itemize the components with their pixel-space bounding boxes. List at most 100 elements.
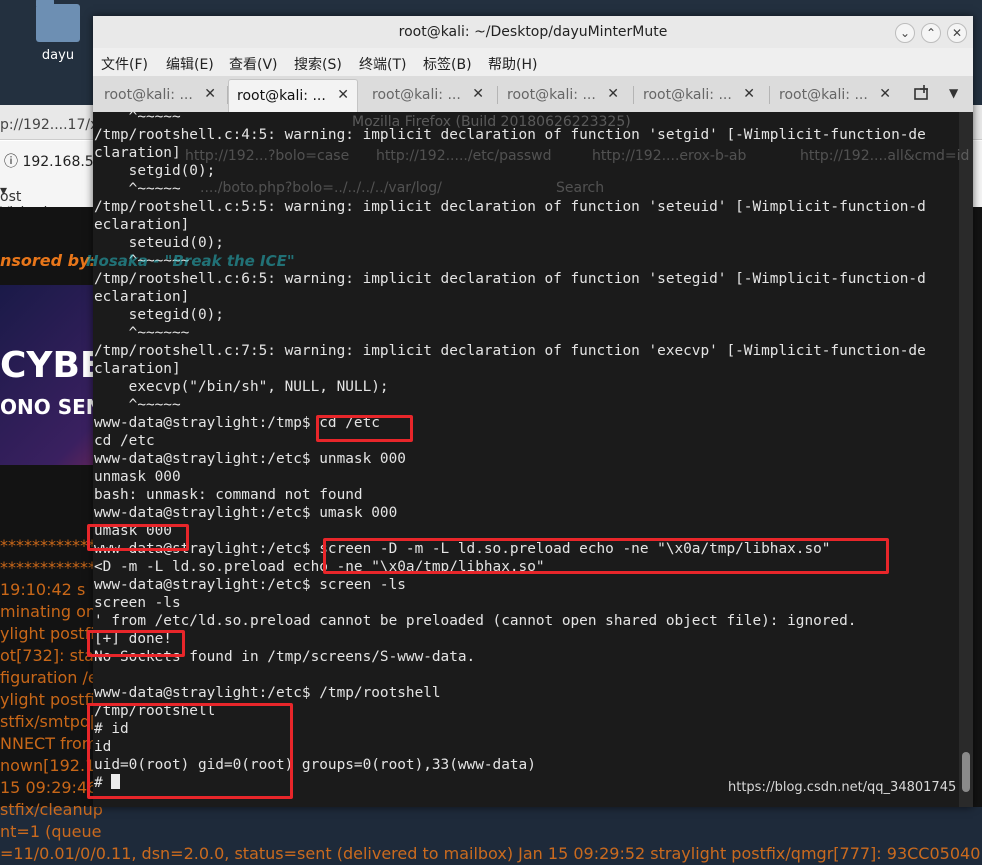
tab-separator — [633, 86, 634, 104]
menu-help[interactable]: 帮助(H) — [488, 54, 537, 74]
terminal-line: bash: unmask: command not found — [93, 486, 959, 504]
menu-tabs[interactable]: 标签(B) — [423, 54, 472, 74]
terminal-line-text: www-data@straylight:/etc$ /tmp/rootshell — [94, 685, 441, 701]
terminal-line-text: ^~~~~~ — [94, 397, 181, 413]
terminal-line: ^~~~~~ — [93, 180, 959, 198]
tab-label: root@kali: ... — [643, 87, 732, 103]
tab-separator — [497, 86, 498, 104]
terminal-line: www-data@straylight:/etc$ screen -ls — [93, 576, 959, 594]
window-titlebar[interactable]: root@kali: ~/Desktop/dayuMinterMute ⌄ ⌃ … — [93, 16, 973, 49]
folder-icon — [36, 0, 80, 42]
terminal-line-text: unmask 000 — [94, 469, 181, 485]
tab-close-icon[interactable]: ✕ — [879, 86, 891, 102]
terminal-line: [+] done! — [93, 630, 959, 648]
terminal-line-text: screen -ls — [94, 595, 181, 611]
terminal-tab-active[interactable]: root@kali: ... ✕ — [228, 79, 358, 112]
terminal-line-text: eclaration] — [94, 289, 190, 305]
terminal-line: No Sockets found in /tmp/screens/S-www-d… — [93, 648, 959, 666]
tab-close-icon[interactable]: ✕ — [472, 86, 484, 102]
terminal-line-text: cd /etc — [94, 433, 155, 449]
menu-edit[interactable]: 编辑(E) — [166, 54, 214, 74]
terminal-line-text: execvp("/bin/sh", NULL, NULL); — [94, 379, 389, 395]
tab-label: root@kali: ... — [237, 88, 326, 104]
terminal-tabbar: root@kali: ... ✕ root@kali: ... ✕ root@k… — [93, 76, 973, 113]
background-log-line: nt=1 (queue — [0, 822, 102, 841]
terminal-line: ^~~~~~~ — [93, 324, 959, 342]
terminal-lines: ^~~~~~ /tmp/rootshell.c:4:5: warning: imp… — [93, 112, 959, 792]
tab-label: root@kali: ... — [372, 87, 461, 103]
background-browser-tab[interactable]: p://192....17/x — [0, 117, 98, 133]
terminal-line: www-data@straylight:/etc$ unmask 000 — [93, 450, 959, 468]
close-button[interactable]: ✕ — [947, 23, 967, 43]
terminal-line: ' from /etc/ld.so.preload cannot be prel… — [93, 612, 959, 630]
maximize-button[interactable]: ⌃ — [921, 23, 941, 43]
terminal-line-text: www-data@straylight:/etc$ umask 000 — [94, 505, 398, 521]
terminal-line-text: ^~~~~~~ — [94, 253, 190, 269]
terminal-line-text: www-data@straylight:/etc$ unmask 000 — [94, 451, 406, 467]
terminal-line: www-data@straylight:/tmp$ cd /etc — [93, 414, 959, 432]
terminal-line-text: claration] — [94, 361, 181, 377]
highlight-done — [87, 630, 185, 657]
terminal-line-text: /tmp/rootshell.c:6:5: warning: implicit … — [94, 271, 926, 287]
terminal-line-text: /tmp/rootshell.c:4:5: warning: implicit … — [94, 127, 926, 143]
terminal-line: /tmp/rootshell.c:4:5: warning: implicit … — [93, 126, 959, 144]
close-icon: ✕ — [951, 26, 963, 40]
desktop-folder-label: dayu — [41, 48, 75, 63]
terminal-tab[interactable]: root@kali: ... ✕ — [771, 79, 899, 111]
terminal-line-text: eclaration] — [94, 217, 190, 233]
scrollbar-thumb[interactable] — [962, 752, 970, 792]
minimize-icon: ⌄ — [899, 26, 911, 40]
desktop-folder-icon[interactable]: dayu — [30, 0, 86, 63]
terminal-window: root@kali: ~/Desktop/dayuMinterMute ⌄ ⌃ … — [93, 16, 973, 807]
tab-label: root@kali: ... — [779, 87, 868, 103]
highlight-cd-etc — [316, 415, 413, 442]
terminal-line: /tmp/rootshell.c:7:5: warning: implicit … — [93, 342, 959, 360]
menu-view[interactable]: 查看(V) — [229, 54, 278, 74]
terminal-line: seteuid(0); — [93, 234, 959, 252]
watermark: https://blog.csdn.net/qq_34801745 — [728, 780, 957, 795]
terminal-line: ^~~~~~ — [93, 112, 959, 126]
terminal-line: www-data@straylight:/etc$ umask 000 — [93, 504, 959, 522]
menubar: 文件(F) 编辑(E) 查看(V) 搜索(S) 终端(T) 标签(B) 帮助(H… — [93, 48, 973, 76]
terminal-scrollbar[interactable] — [959, 112, 973, 807]
background-sponsor-text: nsored by: — [0, 251, 96, 270]
terminal-line: eclaration] — [93, 288, 959, 306]
terminal-line-text: setegid(0); — [94, 307, 224, 323]
highlight-umask — [87, 524, 189, 551]
terminal-line-text: bash: unmask: command not found — [94, 487, 363, 503]
terminal-line-text: claration] — [94, 145, 181, 161]
tab-list-chevron-down-icon[interactable]: ▼ — [949, 86, 958, 100]
terminal-line: claration] — [93, 360, 959, 378]
terminal-line-text: ^~~~~~ — [94, 181, 181, 197]
tab-close-icon[interactable]: ✕ — [204, 86, 216, 102]
menu-search[interactable]: 搜索(S) — [294, 54, 342, 74]
terminal-tab[interactable]: root@kali: ... ✕ — [364, 79, 492, 111]
menu-terminal[interactable]: 终端(T) — [359, 54, 406, 74]
terminal-tab[interactable]: root@kali: ... ✕ — [635, 79, 763, 111]
terminal-line: setgid(0); — [93, 162, 959, 180]
terminal-line: setegid(0); — [93, 306, 959, 324]
tab-close-icon[interactable]: ✕ — [743, 86, 755, 102]
minimize-button[interactable]: ⌄ — [895, 23, 915, 43]
terminal-line-text: www-data@straylight:/etc$ screen -ls — [94, 577, 406, 593]
terminal-line-text: /tmp/rootshell.c:5:5: warning: implicit … — [94, 199, 926, 215]
bookmark-most-visited[interactable]: ost Visited▾ — [0, 183, 47, 221]
highlight-screen-command — [323, 538, 889, 574]
menu-file[interactable]: 文件(F) — [101, 54, 148, 74]
terminal-line: claration] — [93, 144, 959, 162]
window-title: root@kali: ~/Desktop/dayuMinterMute — [398, 24, 668, 40]
terminal-line-text: ^~~~~~ — [94, 112, 181, 125]
tab-close-icon[interactable]: ✕ — [337, 87, 349, 103]
tab-close-icon[interactable]: ✕ — [607, 86, 619, 102]
terminal-line: /tmp/rootshell.c:6:5: warning: implicit … — [93, 270, 959, 288]
terminal-line: www-data@straylight:/etc$ /tmp/rootshell — [93, 684, 959, 702]
maximize-icon: ⌃ — [925, 26, 937, 40]
new-tab-icon[interactable] — [913, 84, 931, 102]
terminal-line: execvp("/bin/sh", NULL, NULL); — [93, 378, 959, 396]
terminal-tab[interactable]: root@kali: ... ✕ — [96, 79, 224, 111]
highlight-rootshell — [87, 703, 293, 799]
tab-label: root@kali: ... — [507, 87, 596, 103]
terminal-tab[interactable]: root@kali: ... ✕ — [499, 79, 627, 111]
terminal-line-text: ' from /etc/ld.so.preload cannot be prel… — [94, 613, 857, 629]
